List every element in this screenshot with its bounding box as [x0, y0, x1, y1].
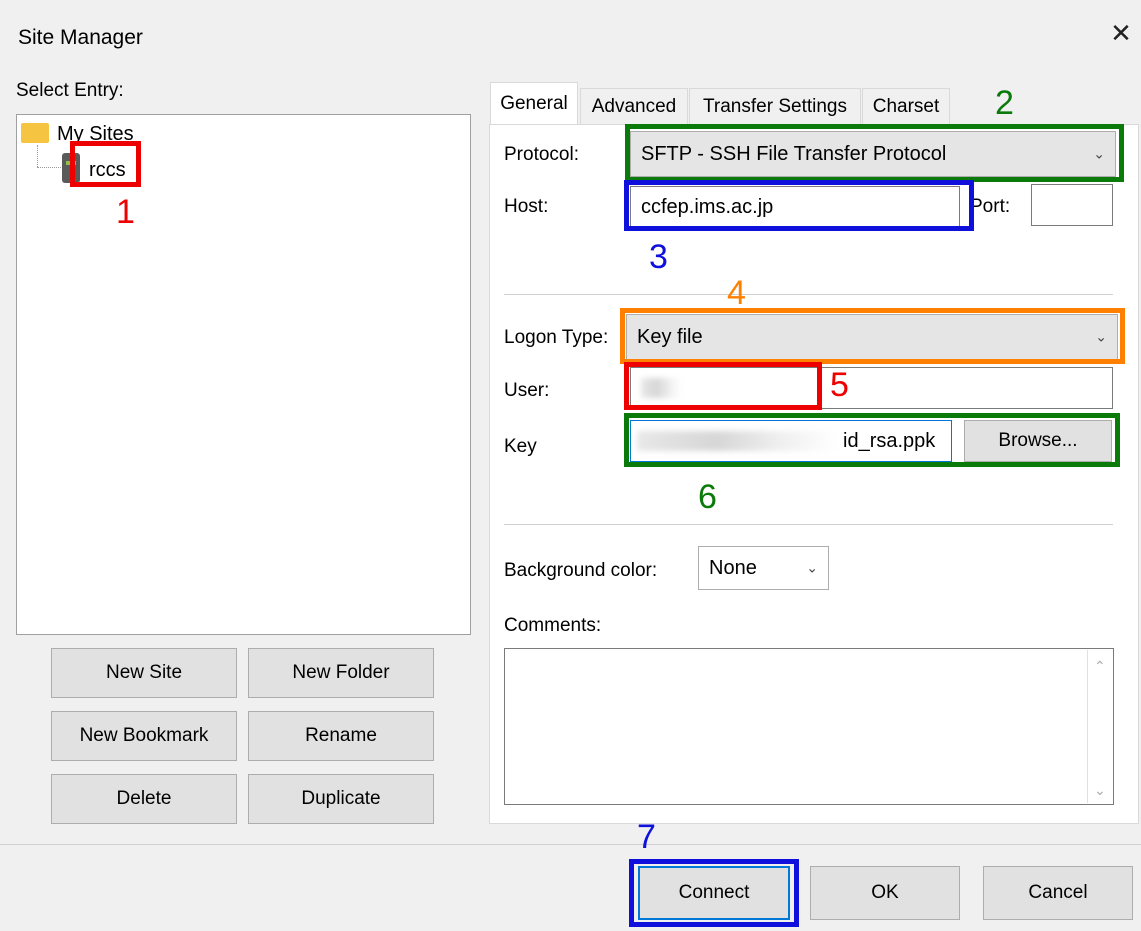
chevron-down-icon: ⌄: [1095, 328, 1107, 345]
folder-icon: [21, 123, 49, 143]
key-file-input[interactable]: id_rsa.ppk: [630, 420, 952, 462]
tree-connector: [37, 145, 38, 167]
tab-advanced[interactable]: Advanced: [580, 88, 688, 125]
cancel-button[interactable]: Cancel: [983, 866, 1133, 920]
redacted-user: [641, 378, 681, 398]
comments-scrollbar[interactable]: ⌃ ⌄: [1087, 650, 1112, 803]
tab-charset[interactable]: Charset: [862, 88, 950, 125]
protocol-label: Protocol:: [504, 144, 579, 165]
background-color-value: None: [709, 556, 757, 579]
tab-transfer-settings[interactable]: Transfer Settings: [689, 88, 861, 125]
tree-connector: [37, 167, 61, 168]
annotation-number-3: 3: [649, 238, 668, 276]
logon-type-label: Logon Type:: [504, 327, 609, 348]
divider: [504, 524, 1113, 525]
tree-root-my-sites[interactable]: My Sites: [57, 123, 134, 146]
host-label: Host:: [504, 196, 549, 217]
comments-textarea[interactable]: [504, 648, 1114, 805]
host-input[interactable]: ccfep.ims.ac.jp: [630, 186, 960, 228]
tree-item-rccs[interactable]: rccs: [89, 159, 126, 182]
background-color-select[interactable]: None ⌄: [698, 546, 829, 590]
server-icon: [62, 153, 80, 183]
browse-button[interactable]: Browse...: [964, 420, 1112, 462]
close-icon[interactable]: ✕: [1106, 18, 1136, 48]
comments-label: Comments:: [504, 615, 602, 636]
logon-type-value: Key file: [637, 325, 703, 348]
connect-button[interactable]: Connect: [638, 866, 790, 920]
protocol-value: SFTP - SSH File Transfer Protocol: [641, 142, 947, 165]
port-input[interactable]: [1031, 184, 1113, 226]
window-title: Site Manager: [18, 26, 143, 49]
logon-type-select[interactable]: Key file ⌄: [626, 314, 1118, 360]
annotation-number-2: 2: [995, 84, 1014, 122]
ok-button[interactable]: OK: [810, 866, 960, 920]
new-folder-button[interactable]: New Folder: [248, 648, 434, 698]
key-file-name: id_rsa.ppk: [843, 429, 936, 452]
delete-button[interactable]: Delete: [51, 774, 237, 824]
redacted-key-path: [637, 431, 837, 451]
rename-button[interactable]: Rename: [248, 711, 434, 761]
background-color-label: Background color:: [504, 560, 658, 581]
new-site-button[interactable]: New Site: [51, 648, 237, 698]
protocol-select[interactable]: SFTP - SSH File Transfer Protocol ⌄: [630, 131, 1116, 177]
annotation-number-7: 7: [637, 818, 656, 856]
tab-general[interactable]: General: [490, 82, 578, 125]
select-entry-label: Select Entry:: [16, 80, 124, 101]
divider: [504, 294, 1113, 295]
chevron-down-icon: ⌄: [1093, 145, 1105, 162]
site-tree[interactable]: My Sites rccs: [16, 114, 471, 635]
user-input[interactable]: [630, 367, 1113, 409]
port-label: Port:: [970, 196, 1011, 217]
annotation-number-6: 6: [698, 478, 717, 516]
annotation-number-5: 5: [830, 366, 849, 404]
annotation-number-4: 4: [727, 274, 746, 312]
duplicate-button[interactable]: Duplicate: [248, 774, 434, 824]
footer-divider: [0, 844, 1141, 845]
new-bookmark-button[interactable]: New Bookmark: [51, 711, 237, 761]
scroll-up-icon: ⌃: [1094, 658, 1106, 674]
user-label: User:: [504, 380, 550, 401]
key-label: Key: [504, 436, 537, 457]
annotation-number-1: 1: [116, 193, 135, 231]
scroll-down-icon: ⌄: [1094, 782, 1106, 798]
chevron-down-icon: ⌄: [806, 559, 818, 576]
